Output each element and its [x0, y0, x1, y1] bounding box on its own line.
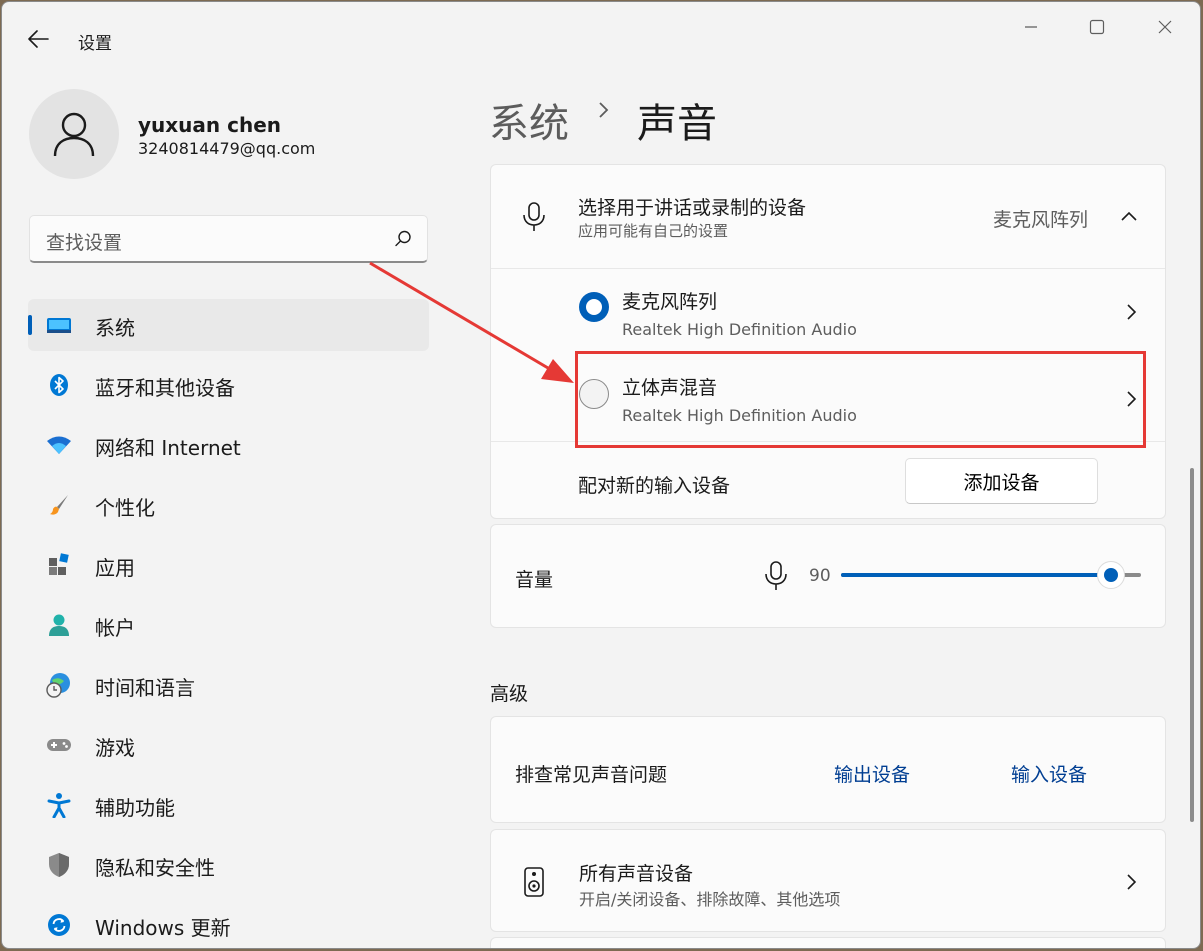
sidebar-item-label: Windows 更新	[95, 916, 231, 940]
back-button[interactable]	[22, 24, 54, 54]
minimize-button[interactable]	[1011, 12, 1051, 42]
active-indicator	[28, 315, 32, 335]
next-settings-card[interactable]	[490, 937, 1166, 948]
avatar[interactable]	[29, 89, 119, 179]
wifi-icon	[46, 432, 72, 458]
device-driver: Realtek High Definition Audio	[622, 320, 857, 339]
close-button[interactable]	[1145, 12, 1185, 42]
sidebar-item-accounts[interactable]: 帐户	[28, 599, 429, 651]
input-device-row[interactable]: 麦克风阵列 Realtek High Definition Audio	[491, 269, 1165, 355]
input-device-expander-header[interactable]: 选择用于讲话或录制的设备 应用可能有自己的设置 麦克风阵列	[491, 165, 1165, 268]
scrollbar-thumb[interactable]	[1190, 468, 1194, 822]
person-icon	[53, 112, 95, 157]
sidebar-item-privacy[interactable]: 隐私和安全性	[28, 839, 429, 891]
maximize-icon	[1089, 19, 1105, 35]
microphone-icon	[523, 202, 545, 231]
maximize-button[interactable]	[1077, 12, 1117, 42]
sidebar-item-label: 系统	[95, 316, 135, 340]
accessibility-icon	[46, 792, 72, 818]
input-section-subtitle: 应用可能有自己的设置	[578, 222, 729, 240]
sidebar-item-label: 游戏	[95, 736, 135, 760]
sidebar-item-label: 应用	[95, 556, 135, 580]
chevron-right-icon	[599, 102, 609, 118]
input-section-title: 选择用于讲话或录制的设备	[578, 197, 807, 219]
add-device-button[interactable]: 添加设备	[905, 458, 1098, 504]
sidebar-item-label: 个性化	[95, 496, 155, 520]
minimize-icon	[1025, 26, 1037, 28]
sidebar-item-label: 帐户	[95, 616, 135, 640]
search-icon	[395, 230, 411, 247]
annotation-highlight-box	[575, 351, 1146, 448]
sidebar-item-label: 隐私和安全性	[95, 856, 215, 880]
speaker-icon	[524, 867, 544, 897]
brush-icon	[46, 492, 72, 518]
input-device-link[interactable]: 输入设备	[1011, 760, 1087, 787]
sidebar-item-gaming[interactable]: 游戏	[28, 719, 429, 771]
all-sound-devices-subtitle: 开启/关闭设备、排除故障、其他选项	[579, 890, 841, 909]
sidebar-item-personalization[interactable]: 个性化	[28, 479, 429, 531]
sidebar-item-label: 网络和 Internet	[95, 436, 241, 460]
window-title: 设置	[78, 34, 112, 54]
page-title: 声音	[637, 101, 717, 147]
user-email: 3240814479@qq.com	[138, 139, 316, 158]
globe-clock-icon	[46, 672, 72, 698]
close-icon	[1158, 20, 1172, 34]
chevron-right-icon	[1127, 304, 1137, 320]
sidebar-item-apps[interactable]: 应用	[28, 539, 429, 591]
breadcrumb-parent[interactable]: 系统	[489, 91, 569, 149]
update-icon	[46, 912, 72, 938]
user-name: yuxuan chen	[138, 113, 282, 137]
settings-window: 设置 yuxuan chen 3240814479@qq.com 查找设置 系统…	[1, 1, 1201, 949]
apps-icon	[46, 552, 72, 578]
advanced-heading: 高级	[490, 683, 529, 705]
volume-slider-thumb[interactable]	[1097, 561, 1125, 589]
sidebar-item-label: 时间和语言	[95, 676, 195, 700]
troubleshoot-label: 排查常见声音问题	[515, 764, 668, 786]
output-device-link[interactable]: 输出设备	[834, 760, 910, 787]
sidebar-item-time-language[interactable]: 时间和语言	[28, 659, 429, 711]
chevron-up-icon	[1121, 211, 1137, 221]
search-input[interactable]: 查找设置	[29, 215, 428, 263]
volume-label: 音量	[515, 569, 554, 591]
shield-icon	[46, 852, 72, 878]
bluetooth-icon	[46, 372, 72, 398]
sidebar-item-windows-update[interactable]: Windows 更新	[28, 899, 429, 948]
sidebar-item-network[interactable]: 网络和 Internet	[28, 419, 429, 471]
microphone-icon	[765, 561, 787, 590]
search-placeholder: 查找设置	[46, 232, 123, 254]
volume-value: 90	[809, 566, 831, 586]
account-icon	[46, 612, 72, 638]
annotation-arrow	[369, 261, 574, 383]
chevron-right-icon	[1127, 874, 1137, 890]
volume-slider-fill	[841, 573, 1111, 577]
sidebar-item-label: 辅助功能	[95, 796, 175, 820]
sidebar-item-accessibility[interactable]: 辅助功能	[28, 779, 429, 831]
system-icon	[46, 312, 72, 338]
arrow-left-icon	[28, 30, 49, 48]
all-sound-devices-title: 所有声音设备	[579, 863, 694, 885]
all-sound-devices-card[interactable]: 所有声音设备 开启/关闭设备、排除故障、其他选项	[490, 829, 1166, 932]
sidebar-item-label: 蓝牙和其他设备	[95, 376, 235, 400]
selected-input-device: 麦克风阵列	[993, 209, 1089, 231]
pair-input-device-label: 配对新的输入设备	[578, 475, 731, 497]
gamepad-icon	[46, 732, 72, 758]
device-name: 麦克风阵列	[622, 291, 718, 313]
